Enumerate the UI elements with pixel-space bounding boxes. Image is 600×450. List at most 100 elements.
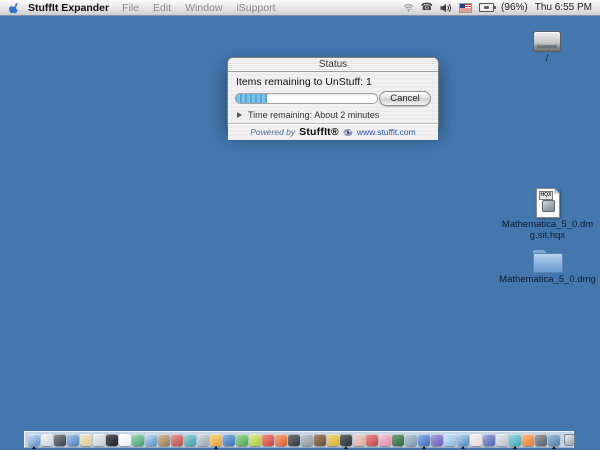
dock-app-icon-27[interactable] xyxy=(366,434,378,446)
dock-app-icon-37[interactable] xyxy=(496,434,508,446)
dock-app-icon-14[interactable] xyxy=(197,434,209,446)
menu-file[interactable]: File xyxy=(122,2,139,14)
dock-app-icon-16[interactable] xyxy=(223,434,235,446)
dock-slot-32 xyxy=(430,432,443,447)
dock-slot-15 xyxy=(209,432,222,447)
dock-slot-1 xyxy=(27,432,40,447)
dock-slot-13 xyxy=(183,432,196,447)
dock-app-icon-19[interactable] xyxy=(262,434,274,446)
menu-bar: StuffIt Expander FileEditWindowiSupport … xyxy=(0,0,600,16)
dock-app-icon-35[interactable] xyxy=(470,434,482,446)
dock-app-icon-32[interactable] xyxy=(431,434,443,446)
folder-label[interactable]: Mathematica_5_0.dmg xyxy=(499,275,596,286)
folder-icon[interactable] xyxy=(533,250,563,273)
dock-app-icon-28[interactable] xyxy=(379,434,391,446)
apple-menu-icon[interactable] xyxy=(6,2,22,14)
dock-slot-39 xyxy=(521,432,534,447)
dock-app-icon-40[interactable] xyxy=(535,434,547,446)
dock-app-icon-21[interactable] xyxy=(288,434,300,446)
hqx-badge: HQX xyxy=(539,191,554,200)
dock-app-icon-33[interactable] xyxy=(444,434,456,446)
progress-bar xyxy=(235,93,378,104)
dock-slot-5 xyxy=(79,432,92,447)
dock-app-icon-1[interactable] xyxy=(28,434,40,446)
menu-clock[interactable]: Thu 6:55 PM xyxy=(535,2,592,13)
status-window: Status Items remaining to UnStuff: 1 Can… xyxy=(227,57,439,128)
dock-app-icon-24[interactable] xyxy=(327,434,339,446)
hqx-archive-label[interactable]: Mathematica_5_0.dmg.sit.hqx xyxy=(500,220,595,242)
dock-slot-11 xyxy=(157,432,170,447)
dock-app-icon-38[interactable] xyxy=(509,434,521,446)
dock-app-icon-12[interactable] xyxy=(171,434,183,446)
dock-app-icon-29[interactable] xyxy=(392,434,404,446)
dock-slot-7 xyxy=(105,432,118,447)
dock-app-icon-39[interactable] xyxy=(522,434,534,446)
hard-disk-icon[interactable] xyxy=(533,31,561,52)
airport-icon[interactable] xyxy=(403,3,414,12)
dock-app-icon-26[interactable] xyxy=(353,434,365,446)
running-app-indicator xyxy=(32,446,36,449)
dock-app-icon-6[interactable] xyxy=(93,434,105,446)
dock-app-icon-31[interactable] xyxy=(418,434,430,446)
battery-icon[interactable] xyxy=(479,3,494,12)
dock-slot-26 xyxy=(352,432,365,447)
dock-app-icon-22[interactable] xyxy=(301,434,313,446)
app-menu-title[interactable]: StuffIt Expander xyxy=(28,2,109,14)
hqx-archive-icon[interactable]: HQX xyxy=(536,188,560,218)
dock-app-icon-17[interactable] xyxy=(236,434,248,446)
dock-slot-9 xyxy=(131,432,144,447)
dock-app-icon-10[interactable] xyxy=(145,434,157,446)
dock-app-icon-30[interactable] xyxy=(405,434,417,446)
menu-items: File Edit Window iSupport xyxy=(115,2,282,14)
dock-app-icon-7[interactable] xyxy=(106,434,118,446)
dock-app-icon-8[interactable] xyxy=(119,434,131,446)
dock-slot-17 xyxy=(235,432,248,447)
dock-app-icon-5[interactable] xyxy=(80,434,92,446)
dock-slot-19 xyxy=(261,432,274,447)
desktop: StuffIt Expander FileEditWindowiSupport … xyxy=(0,0,600,450)
menu-window[interactable]: Window xyxy=(185,2,222,14)
time-remaining-row: Time remaining: About 2 minutes xyxy=(237,110,431,120)
menu-extras: ☎ (96%) Thu 6:55 PM xyxy=(403,2,600,13)
dock-app-icon-3[interactable] xyxy=(54,434,66,446)
dock-app-icon-34[interactable] xyxy=(457,434,469,446)
trash-icon[interactable] xyxy=(564,434,575,446)
modem-phone-icon[interactable]: ☎ xyxy=(421,3,433,13)
dock-app-icon-15[interactable] xyxy=(210,434,222,446)
dock-app-icon-23[interactable] xyxy=(314,434,326,446)
dock-slot-28 xyxy=(378,432,391,447)
dock-app-icon-4[interactable] xyxy=(67,434,79,446)
desktop-icon-hqx-archive: HQX Mathematica_5_0.dmg.sit.hqx xyxy=(500,188,595,242)
stuffit-url-link[interactable]: www.stuffit.com xyxy=(357,127,416,137)
dock-app-icon-9[interactable] xyxy=(132,434,144,446)
cancel-button[interactable]: Cancel xyxy=(379,91,431,106)
dock-slot-3 xyxy=(53,432,66,447)
dock-app-icon-25[interactable] xyxy=(340,434,352,446)
powered-by-footer: Powered by StuffIt® www.stuffit.com xyxy=(235,124,431,140)
items-remaining-label: Items remaining to UnStuff: 1 xyxy=(236,76,431,88)
window-title-bar[interactable]: Status xyxy=(228,58,438,72)
dock-slot-23 xyxy=(313,432,326,447)
dock-app-icon-11[interactable] xyxy=(158,434,170,446)
keyboard-flag-icon[interactable] xyxy=(459,3,472,13)
dock-app-icon-36[interactable] xyxy=(483,434,495,446)
dock-slot-22 xyxy=(300,432,313,447)
dock-slot-20 xyxy=(274,432,287,447)
dock-app-icon-13[interactable] xyxy=(184,434,196,446)
dock-trash-slot xyxy=(564,432,575,447)
dock-app-icon-18[interactable] xyxy=(249,434,261,446)
running-app-indicator xyxy=(214,446,218,449)
running-app-indicator xyxy=(552,446,556,449)
disclosure-triangle-icon[interactable] xyxy=(237,112,242,118)
menu-edit[interactable]: Edit xyxy=(153,2,171,14)
status-window-body: Items remaining to UnStuff: 1 Cancel Tim… xyxy=(228,72,438,140)
menu-isupport[interactable]: iSupport xyxy=(236,2,275,14)
dock-app-icon-41[interactable] xyxy=(548,434,560,446)
hard-disk-label[interactable]: / xyxy=(546,54,549,65)
dock-app-icon-2[interactable] xyxy=(41,434,53,446)
dock-app-icon-20[interactable] xyxy=(275,434,287,446)
dock-slot-34 xyxy=(456,432,469,447)
battery-percentage[interactable]: (96%) xyxy=(501,2,528,13)
running-app-indicator xyxy=(461,446,465,449)
volume-icon[interactable] xyxy=(440,3,452,13)
